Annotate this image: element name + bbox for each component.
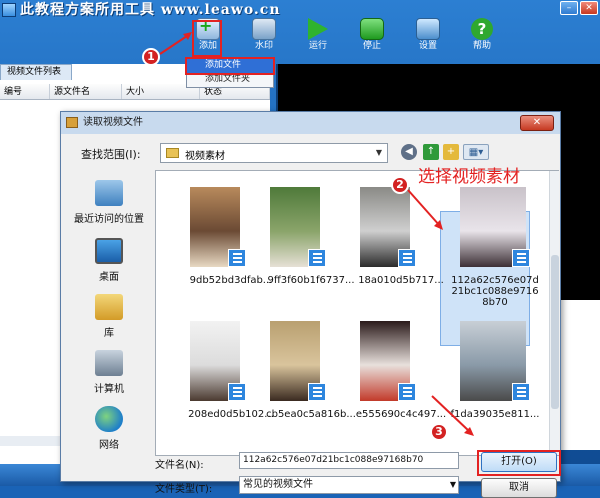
place-recent[interactable]: 最近访问的位置 (65, 180, 153, 225)
dialog-close-icon[interactable]: ✕ (520, 115, 554, 131)
watermark-icon (252, 18, 276, 40)
place-network-label: 网络 (99, 440, 119, 451)
window-controls: – ✕ (560, 1, 598, 15)
menu-item-add-folder[interactable]: 添加文件夹 (187, 73, 273, 87)
open-highlight-box (477, 450, 561, 476)
help-button[interactable]: ? 帮助 (462, 18, 502, 52)
video-file-icon (398, 383, 416, 401)
place-recent-label: 最近访问的位置 (74, 214, 144, 225)
close-icon[interactable]: ✕ (580, 1, 598, 15)
dialog-folder-icon (66, 117, 78, 128)
libraries-icon (95, 294, 123, 320)
vertical-scrollbar[interactable] (549, 171, 559, 455)
file-name: cb5ea0c5a816b... (266, 409, 356, 420)
help-button-label: 帮助 (472, 41, 491, 51)
place-computer[interactable]: 计算机 (65, 350, 153, 395)
run-button-label: 运行 (308, 41, 327, 51)
look-in-value: 视频素材 (185, 151, 225, 162)
filetype-select[interactable]: 常见的视频文件 ▼ (239, 476, 459, 494)
minimize-icon[interactable]: – (560, 1, 578, 15)
look-in-dropdown[interactable]: 视频素材 ▼ (160, 143, 388, 163)
settings-icon (416, 18, 440, 40)
chevron-down-icon: ▼ (449, 480, 456, 489)
file-grid: 9db52bd3dfab... 9ff3f60b1f6737... 18a010d5… (155, 170, 559, 456)
place-computer-label: 计算机 (94, 384, 124, 395)
place-desktop-label: 桌面 (99, 272, 119, 283)
filetype-value: 常见的视频文件 (243, 479, 313, 490)
file-name: 9ff3f60b1f6737... (267, 275, 355, 286)
look-in-label: 查找范围(I): (81, 148, 141, 161)
folder-icon (166, 148, 179, 158)
step-badge-3: 3 (430, 423, 448, 441)
video-file-icon (512, 383, 530, 401)
step-badge-1: 1 (142, 48, 160, 66)
network-icon (95, 406, 123, 432)
watermark-button-label: 水印 (254, 41, 273, 51)
app-title: 此教程方案所用工具 www.leawo.cn (20, 2, 281, 18)
places-bar: 最近访问的位置 桌面 库 计算机 网络 (65, 170, 153, 460)
video-file-icon (512, 249, 530, 267)
annotation-caption: 选择视频素材 (418, 167, 520, 187)
file-name: e555690c4c497... (355, 409, 447, 420)
help-icon: ? (471, 18, 493, 40)
place-desktop[interactable]: 桌面 (65, 238, 153, 283)
stop-button-label: 停止 (362, 41, 381, 51)
run-arrow-icon (308, 18, 328, 40)
settings-button-label: 设置 (418, 41, 437, 51)
up-folder-icon[interactable]: ↑ (423, 144, 439, 160)
video-file-icon (228, 383, 246, 401)
file-list-tab[interactable]: 视频文件列表 (0, 64, 72, 80)
place-network[interactable]: 网络 (65, 406, 153, 451)
right-output-panel (556, 300, 600, 450)
filename-field[interactable]: 112a62c576e07d21bc1c088e97168b70 (239, 452, 459, 469)
filetype-label: 文件类型(T): (155, 484, 213, 495)
run-button[interactable]: 运行 (298, 18, 338, 52)
stop-icon (360, 18, 384, 40)
scrollbar-thumb[interactable] (551, 255, 559, 409)
file-name: 112a62c576e07d21bc1c088e97168b70 (451, 275, 539, 308)
video-file-icon (228, 249, 246, 267)
file-name: f1da39035e811... (450, 409, 540, 420)
video-file-icon (308, 249, 326, 267)
place-libraries[interactable]: 库 (65, 294, 153, 339)
video-file-icon (308, 383, 326, 401)
menu-item-add-file[interactable]: 添加文件 (185, 57, 275, 75)
app-icon (2, 3, 16, 17)
new-folder-icon[interactable]: + (443, 144, 459, 160)
dialog-title: 读取视频文件 (83, 117, 143, 128)
place-libraries-label: 库 (104, 328, 114, 339)
watermark-button[interactable]: 水印 (244, 18, 284, 52)
computer-icon (95, 350, 123, 376)
file-name: 18a010d5b717... (358, 275, 444, 286)
cancel-button[interactable]: 取消 (481, 478, 557, 498)
column-number[interactable]: 编号 (0, 84, 50, 99)
filename-label: 文件名(N): (155, 460, 204, 471)
add-highlight-box (192, 20, 222, 57)
settings-button[interactable]: 设置 (408, 18, 448, 52)
add-dropdown-menu: 添加文件 添加文件夹 (185, 57, 275, 88)
toolbar: 添加 水印 运行 停止 设置 ? 帮助 (0, 16, 600, 60)
video-file-icon (398, 249, 416, 267)
chevron-down-icon: ▼ (375, 148, 383, 157)
view-menu-icon[interactable]: ▦▾ (463, 144, 489, 160)
step-badge-2: 2 (391, 176, 409, 194)
column-source-name[interactable]: 源文件名 (50, 84, 122, 99)
desktop-icon (95, 238, 123, 264)
back-icon[interactable]: ◀ (401, 144, 417, 160)
recent-places-icon (95, 180, 123, 206)
stop-button[interactable]: 停止 (352, 18, 392, 52)
